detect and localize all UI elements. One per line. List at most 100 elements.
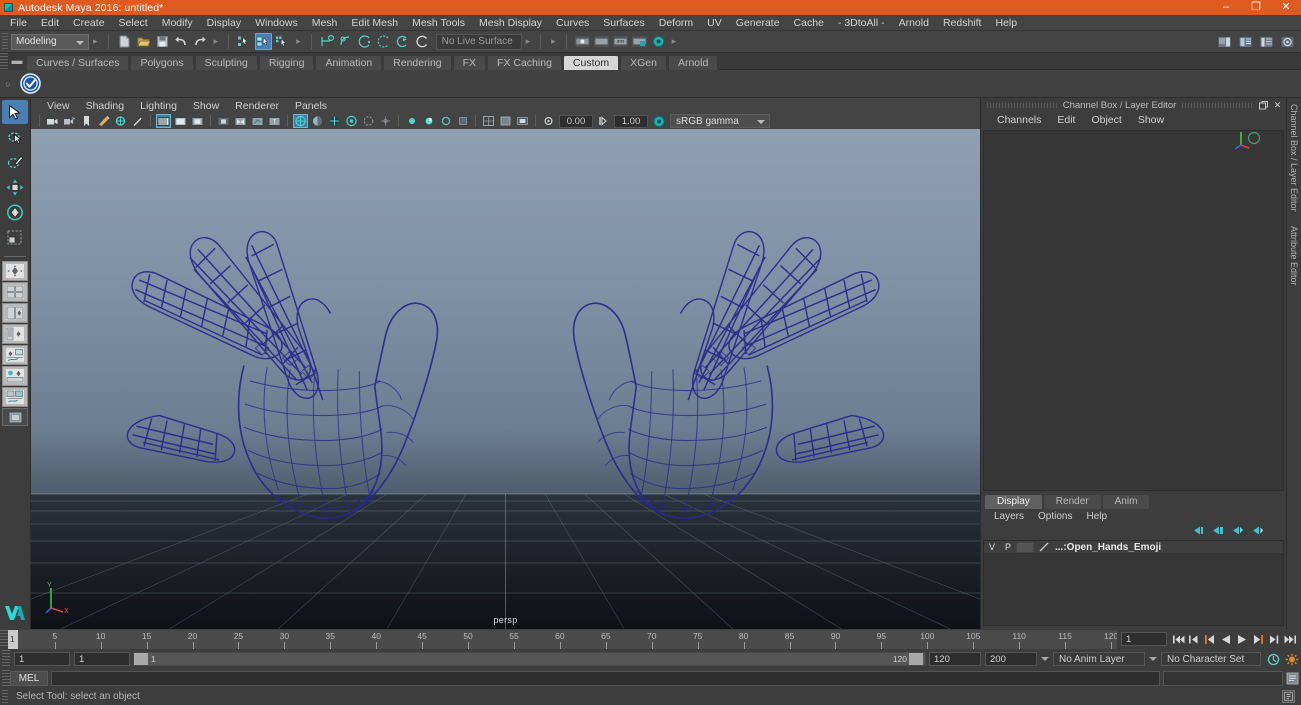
step-back-keyframe-icon[interactable]	[1187, 632, 1201, 647]
channel-box-content[interactable]	[983, 130, 1284, 491]
character-set-selector[interactable]: No Character Set	[1161, 652, 1261, 666]
toggle-icon[interactable]	[1279, 33, 1296, 50]
exposure-field[interactable]: 0.00	[559, 114, 593, 128]
layer-tab-anim[interactable]: Anim	[1102, 495, 1150, 509]
field-chart-icon[interactable]	[190, 114, 205, 128]
save-scene-icon[interactable]	[154, 33, 171, 50]
select-by-object-type-icon[interactable]	[255, 33, 273, 50]
play-backwards-icon[interactable]	[1219, 632, 1233, 647]
gamma-field[interactable]: 1.00	[614, 114, 648, 128]
shelf-tab-fx-caching[interactable]: FX Caching	[487, 55, 562, 70]
command-input[interactable]	[51, 671, 1160, 686]
hypershade-icon[interactable]	[650, 33, 667, 50]
two-pane-side-by-side-layout-button[interactable]	[2, 303, 28, 323]
separator-arrow-6[interactable]: ▸	[672, 36, 677, 47]
step-forward-keyframe-icon[interactable]	[1267, 632, 1281, 647]
select-by-component-type-icon[interactable]	[274, 33, 291, 50]
shelf-tab-fx[interactable]: FX	[452, 55, 487, 70]
menu-arnold[interactable]: Arnold	[892, 15, 936, 31]
go-to-start-icon[interactable]	[1171, 632, 1185, 647]
select-objects-in-layer-icon[interactable]	[1231, 525, 1244, 539]
anim-layer-selector[interactable]: No Anim Layer	[1053, 652, 1145, 666]
step-forward-frame-icon[interactable]	[1251, 632, 1265, 647]
vertical-tab-channel-box[interactable]: Channel Box / Layer Editor	[1289, 104, 1299, 212]
close-button[interactable]: ✕	[1271, 0, 1301, 15]
vertical-tab-attribute-editor[interactable]: Attribute Editor	[1289, 226, 1299, 286]
bookmark-icon[interactable]	[79, 114, 94, 128]
shadow-icon[interactable]	[455, 114, 470, 128]
smooth-shade-icon[interactable]	[310, 114, 325, 128]
color-management-icon[interactable]	[651, 114, 666, 128]
menu-uv[interactable]: UV	[700, 15, 729, 31]
range-start-field[interactable]: 1	[14, 652, 70, 666]
menu-generate[interactable]: Generate	[729, 15, 787, 31]
separator-arrow-4[interactable]: ▸	[526, 36, 531, 47]
exposure-icon[interactable]	[541, 114, 556, 128]
paint-select-tool-button[interactable]	[2, 150, 28, 174]
layer-menu-help[interactable]: Help	[1079, 511, 1114, 522]
help-line-grip[interactable]	[2, 689, 8, 704]
separator-arrow-1[interactable]: ▸	[93, 36, 98, 47]
snap-to-projected-center-icon[interactable]	[376, 33, 393, 50]
menu-edit-mesh[interactable]: Edit Mesh	[344, 15, 405, 31]
use-default-lighting-icon[interactable]	[361, 114, 376, 128]
two-d-pan-zoom-icon[interactable]	[113, 114, 128, 128]
shelf-tab-rigging[interactable]: Rigging	[258, 55, 315, 70]
all-lights-icon[interactable]	[404, 114, 419, 128]
add-selected-objects-icon[interactable]	[1251, 525, 1264, 539]
layer-row[interactable]: V P ...:Open_Hands_Emoji	[984, 541, 1283, 554]
show-hide-channel-box-icon[interactable]	[1258, 33, 1275, 50]
separator-arrow-2[interactable]: ▸	[214, 36, 219, 47]
gamma-icon[interactable]	[596, 114, 611, 128]
scale-tool-button[interactable]	[2, 225, 28, 249]
resolution-gate-icon[interactable]	[156, 114, 171, 128]
undo-icon[interactable]	[173, 33, 190, 50]
select-by-hierarchy-icon[interactable]	[236, 33, 253, 50]
menu-deform[interactable]: Deform	[652, 15, 700, 31]
time-slider-grip[interactable]	[0, 630, 8, 648]
render-sequence-icon[interactable]	[593, 33, 610, 50]
range-end-field[interactable]: 1	[74, 652, 130, 666]
hypershade-persp-layout-button[interactable]	[2, 366, 28, 386]
rotate-tool-button[interactable]	[2, 200, 28, 224]
shelf-grip[interactable]	[0, 53, 8, 70]
four-view-layout-button[interactable]	[2, 282, 28, 302]
grid-icon[interactable]	[481, 114, 496, 128]
undock-icon[interactable]	[1258, 100, 1269, 111]
new-scene-icon[interactable]	[116, 33, 133, 50]
range-handle-right[interactable]	[909, 653, 923, 665]
menu-curves[interactable]: Curves	[549, 15, 596, 31]
minimize-button[interactable]: –	[1211, 0, 1241, 15]
render-settings-icon[interactable]	[631, 33, 648, 50]
wireframe-icon[interactable]	[293, 114, 308, 128]
menu-3dtoall[interactable]: - 3DtoAll -	[831, 15, 892, 31]
auto-keyframe-icon[interactable]	[1265, 653, 1283, 666]
show-hide-attribute-editor-icon[interactable]	[1216, 33, 1233, 50]
viewport-menu-renderer[interactable]: Renderer	[227, 100, 287, 112]
xray-joints-icon[interactable]	[250, 114, 265, 128]
current-frame-field[interactable]: 1	[1121, 632, 1167, 646]
layer-name-label[interactable]: ...:Open_Hands_Emoji	[1055, 542, 1161, 553]
animation-preferences-icon[interactable]	[1283, 653, 1301, 666]
single-pane-layout-button[interactable]	[2, 408, 28, 426]
go-to-end-icon[interactable]	[1283, 632, 1297, 647]
scene-lights-icon[interactable]	[438, 114, 453, 128]
single-perspective-view-layout-button[interactable]	[2, 261, 28, 281]
range-handle-left[interactable]	[134, 653, 148, 665]
layer-type-box[interactable]	[1016, 541, 1034, 553]
text-icon[interactable]: T	[267, 114, 282, 128]
layer-tab-display[interactable]: Display	[985, 495, 1042, 509]
ipr-render-icon[interactable]: IPR	[612, 33, 629, 50]
help-icon[interactable]	[1282, 690, 1295, 703]
menu-file[interactable]: File	[3, 15, 34, 31]
isolate-select-icon[interactable]	[216, 114, 231, 128]
menu-display[interactable]: Display	[200, 15, 248, 31]
layer-tab-render[interactable]: Render	[1043, 495, 1101, 509]
make-live-icon[interactable]	[414, 33, 431, 50]
menu-mesh-display[interactable]: Mesh Display	[472, 15, 549, 31]
new-layer-icon[interactable]	[1191, 525, 1204, 539]
command-line-grip[interactable]	[2, 669, 10, 688]
shelf-options-button[interactable]: ○	[0, 79, 16, 89]
snap-to-grid-icon[interactable]	[319, 33, 336, 50]
film-gate-icon[interactable]	[173, 114, 188, 128]
